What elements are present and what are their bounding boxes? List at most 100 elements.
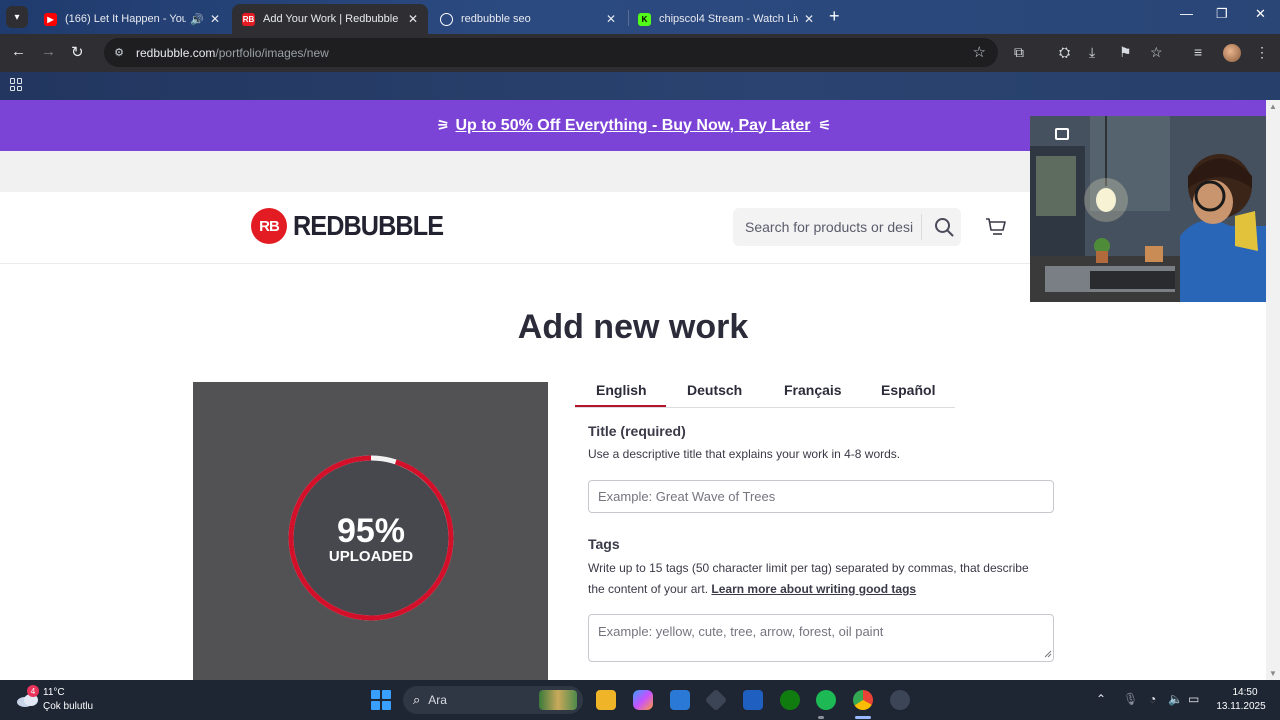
close-tab-icon[interactable]: ✕ [606,12,616,26]
page-title: Add new work [517,308,749,346]
spotify-icon[interactable] [816,690,836,710]
weather-temp[interactable]: 11°C [43,687,65,698]
tab-kick-stream[interactable]: K chipscol4 Stream - Watch Live o ✕ [628,4,824,34]
tab-english[interactable]: English [596,382,647,398]
clock-time[interactable]: 14:50 [1220,687,1270,698]
back-icon[interactable]: ← [11,43,26,60]
search-divider [921,214,922,240]
url-text[interactable]: redbubble.com/portfolio/images/new [136,46,329,60]
translate-icon[interactable]: ⚑ [1119,44,1132,61]
tab-deutsch[interactable]: Deutsch [687,382,742,398]
weather-desc[interactable]: Çok bulutlu [43,701,93,712]
close-tab-icon[interactable]: ✕ [210,12,220,26]
browser-toolbar: ← → ↻ ⚙ redbubble.com/portfolio/images/n… [0,34,1280,72]
tab-title: (166) Let It Happen - YouTu [65,13,187,25]
tab-redbubble-seo[interactable]: redbubble seo ✕ [430,4,626,34]
search-box [733,208,961,246]
app-launcher-icon[interactable] [704,688,728,712]
title-label: Title (required) [588,423,686,439]
visual-studio-code-icon[interactable] [743,690,763,710]
title-input[interactable] [588,480,1054,513]
logo-mark: RB [251,208,287,244]
wifi-icon[interactable]: ◔ [1149,692,1156,706]
apps-grid-icon[interactable] [10,78,23,91]
close-tab-icon[interactable]: ✕ [804,12,814,26]
picture-in-picture-video[interactable] [1030,116,1267,302]
start-button[interactable] [371,690,391,710]
active-tab-indicator [575,405,666,407]
logo-text: REDBUBBLE [293,210,444,241]
site-info-icon[interactable]: ⚙ [112,46,126,60]
address-bar[interactable]: ⚙ redbubble.com/portfolio/images/new ☆ [104,38,998,67]
bookmarks-bar [0,72,1280,100]
tab-title: Add Your Work | Redbubble [263,13,399,25]
profile-avatar[interactable] [1223,44,1241,62]
tab-francais[interactable]: Français [784,382,842,398]
clock-date[interactable]: 13.11.2025 [1212,701,1270,712]
upload-percent: 95% [336,512,406,550]
search-input[interactable] [745,219,915,235]
browser-menu-icon[interactable]: ⋮ [1255,44,1269,61]
file-explorer-icon[interactable] [596,690,616,710]
forward-icon[interactable]: → [41,43,56,60]
resize-grip-icon[interactable] [1044,650,1052,658]
bookmark-star-icon[interactable]: ☆ [973,43,986,61]
microphone-icon[interactable]: 🎙 [1123,692,1138,706]
download-icon[interactable]: ⤓ [1089,44,1095,61]
microsoft-store-icon[interactable] [670,690,690,710]
volume-icon[interactable]: 🔈 [1168,692,1183,706]
upload-status: UPLOADED [328,548,414,565]
scroll-up-icon[interactable]: ▲ [1269,102,1277,111]
search-highlight-image [539,690,577,710]
incognito-icon[interactable]: ⛭ [1059,44,1070,61]
cart-icon[interactable] [985,216,1007,238]
search-icon: ⌕ [413,692,421,707]
tab-title: chipscol4 Stream - Watch Live o [659,13,798,25]
tags-label: Tags [588,536,620,552]
language-tabs: English Deutsch Français Español [575,372,955,408]
scroll-down-icon[interactable]: ▼ [1269,669,1277,678]
weather-badge: 4 [27,685,39,697]
lofi-video-frame [1030,116,1267,302]
new-tab-button[interactable]: + [829,6,840,26]
tags-help: Write up to 15 tags (50 character limit … [588,558,1048,600]
chrome-active-indicator [855,716,871,719]
page-scrollbar[interactable]: ▲ ▼ [1266,100,1280,680]
favorites-icon[interactable]: ☆ [1150,44,1163,61]
tab-search-menu-button[interactable]: ▾ [6,6,28,28]
show-hidden-icons-icon[interactable]: ⌃ [1096,692,1106,706]
extensions-icon[interactable]: ⧉ [1014,44,1024,61]
browser-tab-bar: ▾ ▶ (166) Let It Happen - YouTu 🔊 ✕ RB A… [0,0,1280,34]
chatgpt-icon [440,12,453,26]
media-controls-icon[interactable]: ≡ [1194,44,1202,60]
battery-icon[interactable]: ▭ [1188,692,1199,706]
redbubble-logo[interactable]: RB REDBUBBLE [251,208,460,244]
upload-progress: 95% UPLOADED [285,452,457,624]
reload-icon[interactable]: ↻ [71,43,84,61]
chrome-icon[interactable] [853,690,873,710]
xbox-icon[interactable] [780,690,800,710]
promo-deco-right: ⚟ [818,117,831,133]
taskbar-search-text: Ara [428,693,447,707]
spotify-running-indicator [818,716,824,719]
close-tab-icon[interactable]: ✕ [408,12,418,26]
title-help: Use a descriptive title that explains yo… [588,447,901,461]
tags-input[interactable] [588,614,1054,662]
restore-icon[interactable]: ❐ [1216,6,1228,22]
promo-deco-left: ⚞ [436,117,449,133]
tab-youtube[interactable]: ▶ (166) Let It Happen - YouTu 🔊 ✕ [34,4,230,34]
kick-icon: K [638,12,651,26]
search-icon[interactable] [934,217,954,237]
tab-espanol[interactable]: Español [881,382,935,398]
url-path: /portfolio/images/new [215,45,329,60]
tab-redbubble[interactable]: RB Add Your Work | Redbubble ✕ [232,4,428,34]
pip-back-to-tab-icon[interactable] [1055,128,1069,140]
close-window-icon[interactable]: ✕ [1255,6,1266,22]
speaker-icon[interactable]: 🔊 [190,13,204,26]
promo-link[interactable]: Up to 50% Off Everything - Buy Now, Pay … [455,117,810,135]
steam-icon[interactable] [890,690,910,710]
tags-help-link[interactable]: Learn more about writing good tags [711,582,916,596]
taskbar-search[interactable]: ⌕ Ara [403,686,583,714]
minimize-icon[interactable]: — [1180,6,1193,21]
copilot-icon[interactable] [633,690,653,710]
